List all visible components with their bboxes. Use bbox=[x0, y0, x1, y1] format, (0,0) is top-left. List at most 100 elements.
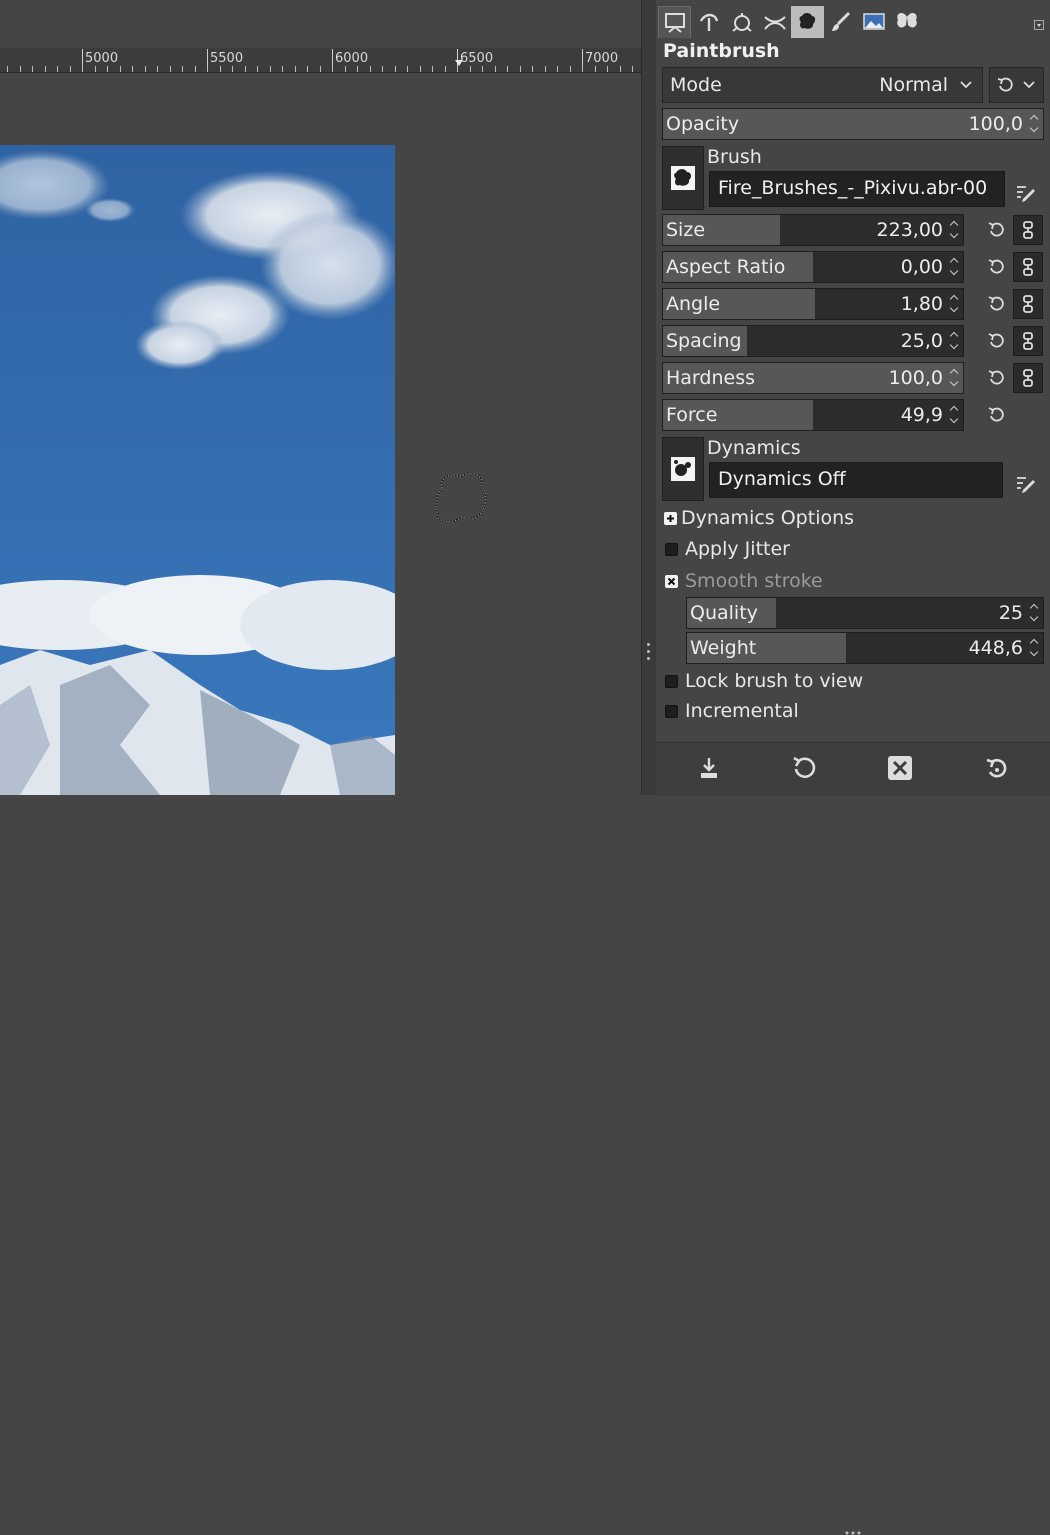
ruler-minor-tick bbox=[57, 66, 58, 72]
dock-splitter[interactable] bbox=[641, 0, 657, 795]
dynamics-field[interactable]: Dynamics Off bbox=[709, 462, 1003, 498]
tab-images[interactable] bbox=[857, 6, 890, 38]
delete-icon bbox=[888, 756, 912, 780]
reset-hardness-icon[interactable] bbox=[987, 369, 1005, 387]
spin-arrows-icon[interactable] bbox=[949, 365, 961, 391]
ruler-label: 5000 bbox=[81, 49, 119, 69]
tab-paths[interactable] bbox=[692, 6, 725, 38]
dynamics-label: Dynamics bbox=[707, 437, 801, 459]
size-slider[interactable]: Size 223,00 bbox=[662, 214, 964, 246]
mode-reset-dropdown[interactable] bbox=[989, 67, 1044, 103]
mode-select[interactable]: Mode Normal bbox=[662, 67, 983, 103]
tab-brush-preset[interactable] bbox=[791, 6, 824, 38]
ruler-minor-tick bbox=[257, 66, 258, 72]
ruler-minor-tick bbox=[457, 66, 458, 72]
link-hardness-button[interactable] bbox=[1013, 363, 1043, 393]
expand-plus-icon[interactable] bbox=[664, 512, 677, 525]
edit-brush-icon[interactable] bbox=[1014, 181, 1036, 203]
incremental-checkbox[interactable] bbox=[665, 705, 678, 718]
link-aspect-ratio-button[interactable] bbox=[1013, 252, 1043, 282]
opacity-slider[interactable]: Opacity 100,0 bbox=[662, 108, 1044, 140]
save-options-button[interactable] bbox=[692, 751, 726, 785]
reset-options-button[interactable] bbox=[979, 751, 1013, 785]
incremental-label: Incremental bbox=[685, 700, 799, 722]
ruler-minor-tick bbox=[207, 66, 208, 72]
dock-menu-icon[interactable] bbox=[1034, 20, 1044, 30]
brush-preset-icon bbox=[798, 13, 815, 29]
reset-angle-icon[interactable] bbox=[987, 295, 1005, 313]
splitter-grip-icon bbox=[647, 643, 651, 663]
aspect-ratio-slider[interactable]: Aspect Ratio 0,00 bbox=[662, 251, 964, 283]
spin-arrows-icon[interactable] bbox=[949, 328, 961, 354]
ruler-minor-tick bbox=[382, 66, 383, 72]
ruler-minor-tick bbox=[144, 66, 146, 72]
image-icon bbox=[862, 13, 885, 30]
ruler-minor-tick bbox=[494, 66, 496, 72]
hardness-label: Hardness bbox=[666, 367, 755, 389]
dynamics-preview-button[interactable] bbox=[662, 437, 704, 501]
tab-paintbrush[interactable] bbox=[824, 6, 857, 38]
dock-resize-grip-icon[interactable] bbox=[843, 1531, 863, 1535]
edit-dynamics-icon[interactable] bbox=[1014, 472, 1036, 494]
delete-options-button[interactable] bbox=[883, 751, 917, 785]
angle-label: Angle bbox=[666, 293, 721, 315]
spin-arrows-icon[interactable] bbox=[1029, 635, 1041, 661]
reset-spacing-icon[interactable] bbox=[987, 332, 1005, 350]
image-canvas[interactable]: 5000 5500 6000 6500 7000 bbox=[0, 0, 645, 795]
reset-aspect-ratio-icon[interactable] bbox=[987, 258, 1005, 276]
weight-label: Weight bbox=[690, 637, 757, 659]
ruler-minor-tick bbox=[32, 66, 33, 72]
quality-slider[interactable]: Quality 25 bbox=[686, 597, 1044, 629]
link-size-button[interactable] bbox=[1013, 215, 1043, 245]
ruler-minor-tick bbox=[557, 66, 558, 72]
ruler-minor-tick bbox=[394, 66, 396, 72]
tab-butterfly[interactable] bbox=[890, 6, 923, 38]
spin-arrows-icon[interactable] bbox=[949, 254, 961, 280]
dynamics-options-expander[interactable]: Dynamics Options bbox=[681, 507, 854, 529]
restore-options-button[interactable] bbox=[787, 751, 821, 785]
ruler-minor-tick bbox=[357, 66, 358, 72]
ruler-minor-tick bbox=[407, 66, 408, 72]
restore-icon bbox=[793, 756, 816, 779]
hardness-slider[interactable]: Hardness 100,0 bbox=[662, 362, 964, 394]
spacing-value: 25,0 bbox=[900, 330, 943, 352]
ruler-minor-tick bbox=[94, 66, 96, 72]
smooth-stroke-checkbox[interactable] bbox=[665, 575, 678, 588]
brush-name-field[interactable]: Fire_Brushes_-_Pixivu.abr-00 bbox=[709, 171, 1005, 207]
spacing-slider[interactable]: Spacing 25,0 bbox=[662, 325, 964, 357]
chevron-down-icon bbox=[1023, 81, 1035, 89]
ruler-minor-tick bbox=[332, 66, 333, 72]
brush-preview-button[interactable] bbox=[662, 146, 704, 210]
tab-transform[interactable] bbox=[725, 6, 758, 38]
ruler-minor-tick bbox=[69, 66, 71, 72]
transform-tool-icon bbox=[731, 13, 752, 32]
save-to-preset-icon bbox=[701, 758, 717, 778]
quality-label: Quality bbox=[690, 602, 758, 624]
link-angle-button[interactable] bbox=[1013, 289, 1043, 319]
tab-handle-transform[interactable] bbox=[758, 6, 791, 38]
spin-arrows-icon[interactable] bbox=[949, 291, 961, 317]
reset-force-icon[interactable] bbox=[987, 406, 1005, 424]
chain-link-icon bbox=[1023, 295, 1033, 313]
angle-value: 1,80 bbox=[900, 293, 943, 315]
spin-arrows-icon[interactable] bbox=[949, 217, 961, 243]
tab-tool-options[interactable] bbox=[658, 6, 691, 38]
spacing-label: Spacing bbox=[666, 330, 742, 352]
brush-label: Brush bbox=[707, 146, 762, 168]
ruler-minor-tick bbox=[107, 66, 108, 72]
spin-arrows-icon[interactable] bbox=[1029, 600, 1041, 626]
link-spacing-button[interactable] bbox=[1013, 326, 1043, 356]
apply-jitter-checkbox[interactable] bbox=[665, 543, 678, 556]
apply-jitter-label: Apply Jitter bbox=[685, 538, 790, 560]
lock-brush-checkbox[interactable] bbox=[665, 675, 678, 688]
spin-arrows-icon[interactable] bbox=[1029, 111, 1041, 137]
angle-slider[interactable]: Angle 1,80 bbox=[662, 288, 964, 320]
weight-slider[interactable]: Weight 448,6 bbox=[686, 632, 1044, 664]
horizontal-ruler[interactable]: 5000 5500 6000 6500 7000 bbox=[0, 48, 641, 73]
ruler-minor-tick bbox=[269, 66, 271, 72]
paintbrush-tool-icon bbox=[831, 11, 850, 31]
reset-size-icon[interactable] bbox=[987, 221, 1005, 239]
force-slider[interactable]: Force 49,9 bbox=[662, 399, 964, 431]
spin-arrows-icon[interactable] bbox=[949, 402, 961, 428]
ruler-minor-tick bbox=[519, 66, 521, 72]
